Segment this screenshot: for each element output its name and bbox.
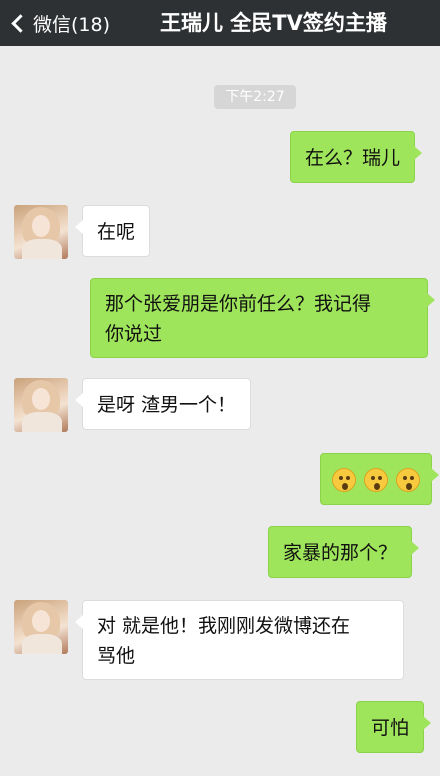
contact-avatar[interactable] [14, 378, 68, 432]
message-line: 对 就是他！我刚刚发微博还在 [97, 615, 351, 637]
scared-face-icon [364, 467, 389, 492]
back-button[interactable]: 微信(18) [10, 0, 110, 46]
contact-avatar[interactable] [14, 600, 68, 654]
message-timestamp: 下午2:27 [214, 85, 296, 109]
outgoing-message[interactable]: 在么？瑞儿 [290, 131, 423, 183]
outgoing-message[interactable]: 可怕 [356, 701, 432, 753]
incoming-message[interactable]: 对 就是他！我刚刚发微博还在 骂他 [75, 600, 404, 680]
outgoing-message[interactable]: 家暴的那个？ [268, 526, 420, 578]
scared-face-icon [332, 467, 356, 492]
message-line: 骂他 [97, 645, 136, 667]
chevron-left-icon [11, 13, 30, 33]
back-label: 微信(18) [33, 13, 111, 36]
contact-avatar[interactable] [14, 205, 68, 259]
incoming-message[interactable]: 是呀 渣男一个！ [74, 378, 252, 430]
chat-title: 王瑞儿 全民TV签约主播 [160, 11, 387, 35]
outgoing-emoji-message[interactable] [320, 453, 440, 505]
outgoing-message[interactable]: 那个张爱朋是你前任么？我记得 你说过 [90, 278, 435, 358]
message-line: 那个张爱朋是你前任么？我记得 [105, 293, 372, 315]
message-line: 你说过 [105, 323, 163, 345]
incoming-message[interactable]: 在呢 [74, 205, 151, 257]
chat-header: 微信(18) 王瑞儿 全民TV签约主播 [0, 0, 440, 46]
scared-face-icon [396, 467, 421, 492]
